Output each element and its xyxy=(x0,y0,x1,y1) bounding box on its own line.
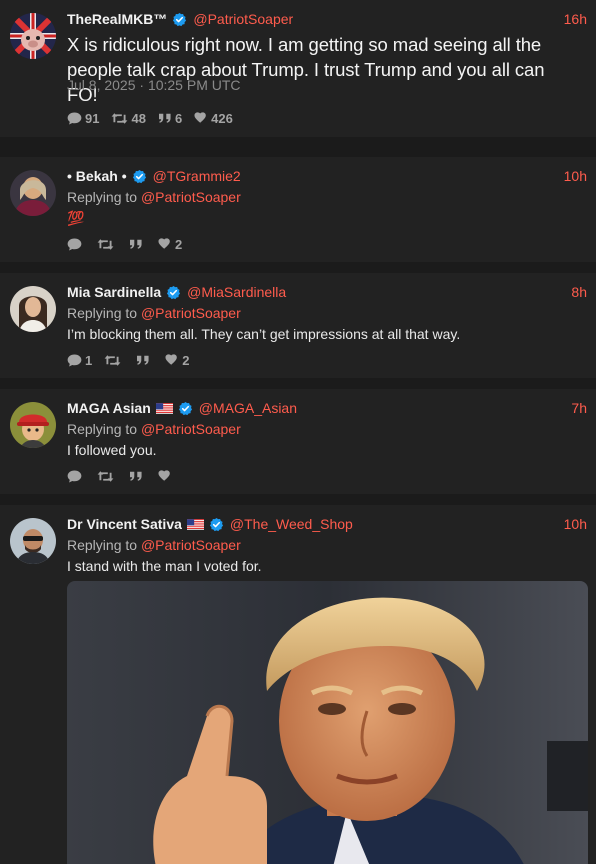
retweet-icon xyxy=(104,354,121,367)
quote-icon xyxy=(136,354,150,366)
replying-label: Replying to xyxy=(67,189,138,205)
replying-label: Replying to xyxy=(67,305,138,321)
author-name[interactable]: Dr Vincent Sativa xyxy=(67,516,182,532)
quote-icon xyxy=(158,112,172,124)
quote-button[interactable] xyxy=(129,470,146,482)
post-text: X is ridiculous right now. I am getting … xyxy=(67,34,545,105)
reply-count: 1 xyxy=(85,352,93,368)
verified-badge-icon xyxy=(209,517,224,532)
like-count: 2 xyxy=(182,352,190,368)
heart-icon xyxy=(165,354,179,366)
like-button[interactable]: 426 xyxy=(194,111,233,126)
author-handle[interactable]: @TGrammie2 xyxy=(153,168,241,184)
comment-bubble-icon xyxy=(67,238,82,251)
retweet-icon xyxy=(111,112,128,125)
post-date[interactable]: Jul 8, 2025 · 10:25 PM UTC xyxy=(67,77,241,93)
author-handle[interactable]: @The_Weed_Shop xyxy=(230,516,353,532)
verified-badge-icon xyxy=(132,169,147,184)
like-button[interactable]: 2 xyxy=(165,353,189,368)
replying-to: Replying to @PatriotSoaper xyxy=(67,303,241,324)
like-count: 426 xyxy=(211,110,233,126)
author-handle[interactable]: @MiaSardinella xyxy=(187,284,286,300)
author-handle[interactable]: @MAGA_Asian xyxy=(199,400,297,416)
us-flag-icon xyxy=(187,519,204,530)
post-text: I followed you. xyxy=(67,442,157,458)
us-flag-icon xyxy=(156,403,173,414)
replying-to: Replying to @PatriotSoaper xyxy=(67,535,241,556)
retweet-button[interactable]: 48 xyxy=(111,110,146,126)
reply-count: 91 xyxy=(85,110,100,126)
retweet-count: 48 xyxy=(131,110,146,126)
like-button[interactable]: 2 xyxy=(158,237,182,252)
reply-button[interactable]: 91 xyxy=(67,111,99,126)
reply-post[interactable]: Mia Sardinella @MiaSardinella 8h Replyin… xyxy=(0,273,596,378)
post-time[interactable]: 7h xyxy=(571,400,587,416)
retweet-icon xyxy=(97,470,114,483)
replying-to: Replying to @PatriotSoaper xyxy=(67,419,241,440)
post-text: I’m blocking them all. They can’t get im… xyxy=(67,326,461,342)
replying-to-handle[interactable]: @PatriotSoaper xyxy=(141,537,241,553)
reply-post[interactable]: • Bekah • @TGrammie2 10h Replying to @Pa… xyxy=(0,157,596,262)
replying-to-handle[interactable]: @PatriotSoaper xyxy=(141,305,241,321)
replying-to-handle[interactable]: @PatriotSoaper xyxy=(141,421,241,437)
post-time[interactable]: 8h xyxy=(571,284,587,300)
replying-to: Replying to @PatriotSoaper xyxy=(67,187,241,208)
quote-button[interactable] xyxy=(129,238,146,250)
quote-icon xyxy=(129,238,143,250)
post-actions: 2 xyxy=(67,234,194,254)
author-name[interactable]: MAGA Asian xyxy=(67,400,151,416)
post-image[interactable] xyxy=(67,581,588,864)
quote-button[interactable]: 6 xyxy=(158,111,182,126)
verified-badge-icon xyxy=(178,401,193,416)
retweet-button[interactable] xyxy=(97,238,117,251)
replying-label: Replying to xyxy=(67,421,138,437)
post-time[interactable]: 10h xyxy=(564,168,587,184)
retweet-icon xyxy=(97,238,114,251)
post-actions: 1 2 xyxy=(67,350,201,370)
avatar[interactable] xyxy=(10,286,56,332)
photo-thumbs-up-man xyxy=(67,581,588,864)
reply-button[interactable]: 1 xyxy=(67,353,92,368)
author-name[interactable]: • Bekah • xyxy=(67,168,127,184)
post-time[interactable]: 16h xyxy=(564,11,587,27)
quote-count: 6 xyxy=(174,110,183,126)
avatar[interactable] xyxy=(10,518,56,564)
post-time[interactable]: 10h xyxy=(564,516,587,532)
quote-icon xyxy=(129,470,143,482)
like-count: 2 xyxy=(175,236,183,252)
quote-button[interactable] xyxy=(136,354,153,366)
avatar[interactable] xyxy=(10,170,56,216)
heart-icon xyxy=(158,470,172,482)
heart-icon xyxy=(194,112,208,124)
comment-bubble-icon xyxy=(67,470,82,483)
like-button[interactable] xyxy=(158,470,175,482)
heart-icon xyxy=(158,238,172,250)
replying-to-handle[interactable]: @PatriotSoaper xyxy=(141,189,241,205)
reply-post[interactable]: MAGA Asian @MAGA_Asian 7h Replying to @P… xyxy=(0,389,596,494)
post-actions: 91 48 6 426 xyxy=(67,108,245,128)
avatar[interactable] xyxy=(10,13,56,59)
post-actions xyxy=(67,466,187,486)
author-name[interactable]: Mia Sardinella xyxy=(67,284,161,300)
avatar[interactable] xyxy=(10,402,56,448)
retweet-button[interactable] xyxy=(97,470,117,483)
author-name[interactable]: TheRealMKB™ xyxy=(67,11,167,27)
comment-bubble-icon xyxy=(67,354,82,367)
post-text: 💯 xyxy=(67,210,85,226)
replying-label: Replying to xyxy=(67,537,138,553)
reply-button[interactable] xyxy=(67,470,85,483)
retweet-button[interactable] xyxy=(104,354,124,367)
verified-badge-icon xyxy=(172,12,187,27)
verified-badge-icon xyxy=(166,285,181,300)
author-handle[interactable]: @PatriotSoaper xyxy=(193,11,293,27)
reply-button[interactable] xyxy=(67,238,85,251)
post-text: I stand with the man I voted for. xyxy=(67,558,262,574)
main-post[interactable]: TheRealMKB™ @PatriotSoaper 16h X is ridi… xyxy=(0,0,596,137)
comment-bubble-icon xyxy=(67,112,82,125)
